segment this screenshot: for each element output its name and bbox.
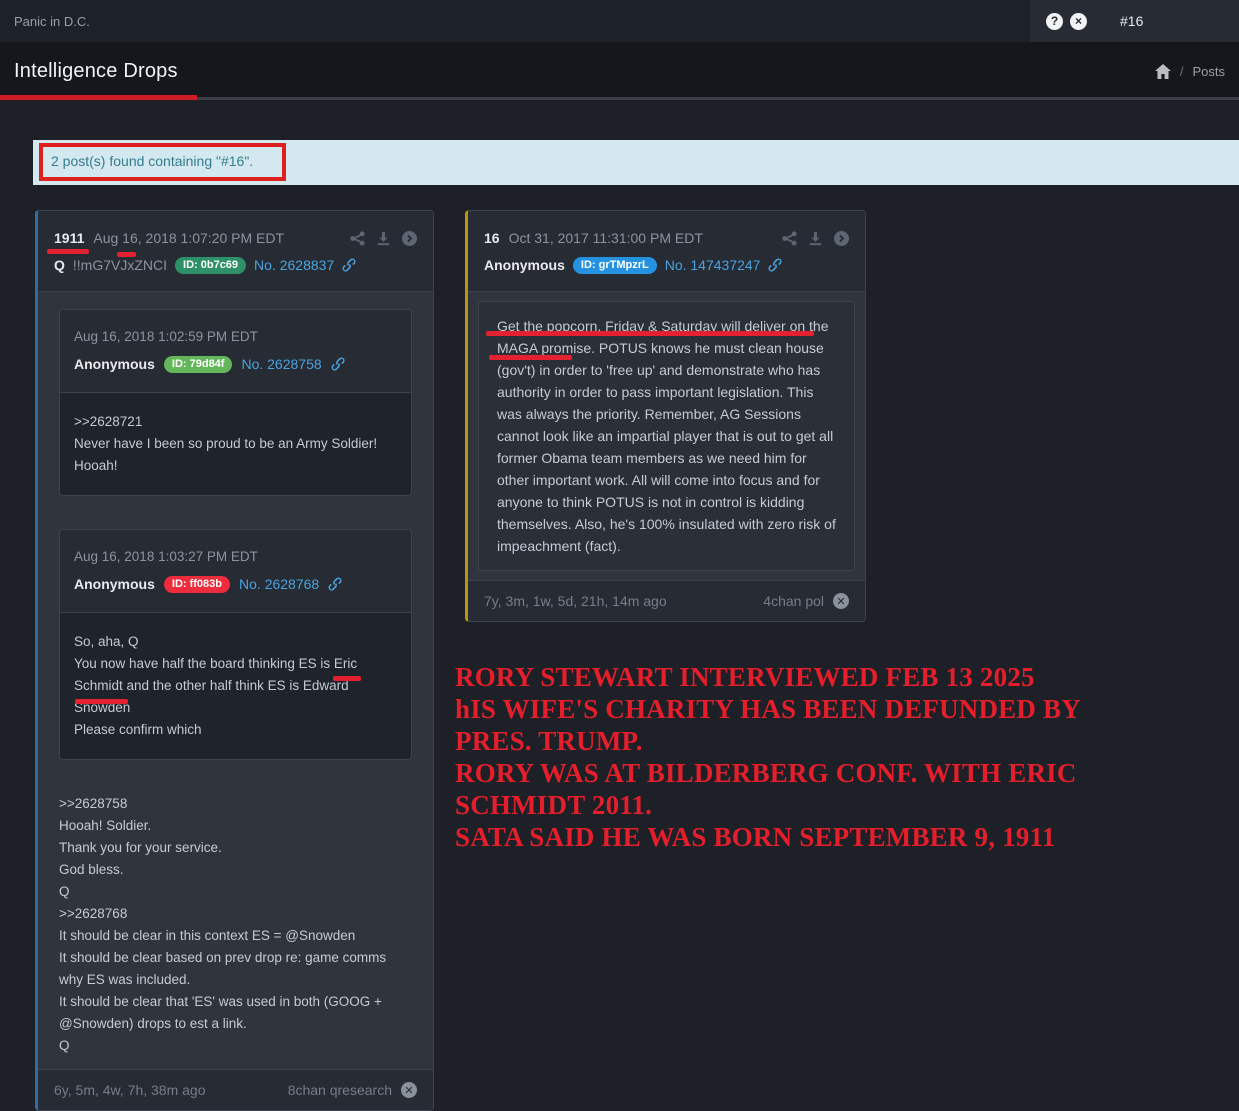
quote-author: Anonymous [74,356,155,372]
post-source: 8chan qresearch [288,1082,392,1098]
permalink-icon[interactable] [768,258,782,272]
header-accent-underline [0,95,197,100]
post-text: Get the popcorn, Friday & Saturday will … [478,301,855,571]
site-title: Panic in D.C. [0,0,1030,42]
dismiss-icon[interactable]: ✕ [833,593,849,609]
post-no-link[interactable]: No. 2628837 [254,257,334,273]
permalink-icon[interactable] [342,258,356,272]
search-input[interactable] [1120,13,1230,29]
share-icon[interactable] [782,231,797,246]
post-header: 1911 Aug 16, 2018 1:07:20 PM EDT Q !!mG7… [38,211,433,292]
search-result-alert: 2 post(s) found containing "#16". [33,140,1239,185]
posts-row: 1911 Aug 16, 2018 1:07:20 PM EDT Q !!mG7… [35,210,1239,1111]
post-author: Anonymous [484,257,565,273]
post-body: Aug 16, 2018 1:02:59 PM EDT Anonymous ID… [38,292,433,1069]
breadcrumb-current[interactable]: Posts [1192,64,1225,79]
post-source: 4chan pol [763,593,824,609]
id-badge: ID: ff083b [164,576,230,593]
quote-header: Aug 16, 2018 1:02:59 PM EDT Anonymous ID… [60,310,411,393]
id-badge: ID: 0b7c69 [175,257,246,274]
page: Panic in D.C. ? × Intelligence Drops / P… [0,0,1239,1111]
share-icon[interactable] [350,231,365,246]
clear-search-icon[interactable]: × [1070,13,1087,30]
download-icon[interactable] [376,231,391,246]
open-post-icon[interactable] [402,231,417,246]
breadcrumb-separator: / [1180,64,1184,79]
post-no-link[interactable]: No. 2628768 [239,576,319,592]
search-box[interactable]: ? × [1030,0,1239,42]
quote-header: Aug 16, 2018 1:03:27 PM EDT Anonymous ID… [60,530,411,613]
top-bar: Panic in D.C. ? × [0,0,1239,42]
post-text: >>2628758Hooah! Soldier.Thank you for yo… [59,793,412,1057]
quote-text: So, aha, QYou now have half the board th… [60,613,411,759]
post-footer: 6y, 5m, 4w, 7h, 38m ago 8chan qresearch … [38,1069,433,1110]
post-header: 16 Oct 31, 2017 11:31:00 PM EDT Anonymou… [468,211,865,292]
open-post-icon[interactable] [834,231,849,246]
breadcrumb: / Posts [1155,42,1225,100]
id-badge: ID: 79d84f [164,356,233,373]
post-no-link[interactable]: No. 2628758 [241,356,321,372]
post-number: 1911 [54,230,84,246]
permalink-icon[interactable] [331,357,345,371]
post-tripcode: !!mG7VJxZNCI [73,257,167,273]
permalink-icon[interactable] [328,577,342,591]
home-icon[interactable] [1155,64,1171,79]
post-number: 16 [484,230,500,246]
help-icon[interactable]: ? [1046,13,1063,30]
post-age: 7y, 3m, 1w, 5d, 21h, 14m ago [484,593,667,609]
quote-author: Anonymous [74,576,155,592]
post-footer: 7y, 3m, 1w, 5d, 21h, 14m ago 4chan pol ✕ [468,580,865,621]
quote-text: >>2628721Never have I been so proud to b… [60,393,411,495]
post-card-1911: 1911 Aug 16, 2018 1:07:20 PM EDT Q !!mG7… [35,210,434,1111]
quoted-post-2628768: Aug 16, 2018 1:03:27 PM EDT Anonymous ID… [59,529,412,760]
post-author: Q [54,257,65,273]
post-body: Get the popcorn, Friday & Saturday will … [468,292,865,580]
id-badge: ID: grTMpzrL [573,257,657,274]
post-timestamp: Aug 16, 2018 1:07:20 PM EDT [93,230,284,246]
post-no-link[interactable]: No. 147437247 [665,257,761,273]
post-timestamp: Oct 31, 2017 11:31:00 PM EDT [509,230,703,246]
download-icon[interactable] [808,231,823,246]
quote-timestamp: Aug 16, 2018 1:02:59 PM EDT [74,326,397,348]
page-title: Intelligence Drops [0,60,178,83]
dismiss-icon[interactable]: ✕ [401,1082,417,1098]
quoted-post-2628758: Aug 16, 2018 1:02:59 PM EDT Anonymous ID… [59,309,412,496]
post-age: 6y, 5m, 4w, 7h, 38m ago [54,1082,206,1098]
page-header: Intelligence Drops / Posts [0,42,1239,100]
post-card-16: 16 Oct 31, 2017 11:31:00 PM EDT Anonymou… [465,210,866,622]
quote-timestamp: Aug 16, 2018 1:03:27 PM EDT [74,546,397,568]
